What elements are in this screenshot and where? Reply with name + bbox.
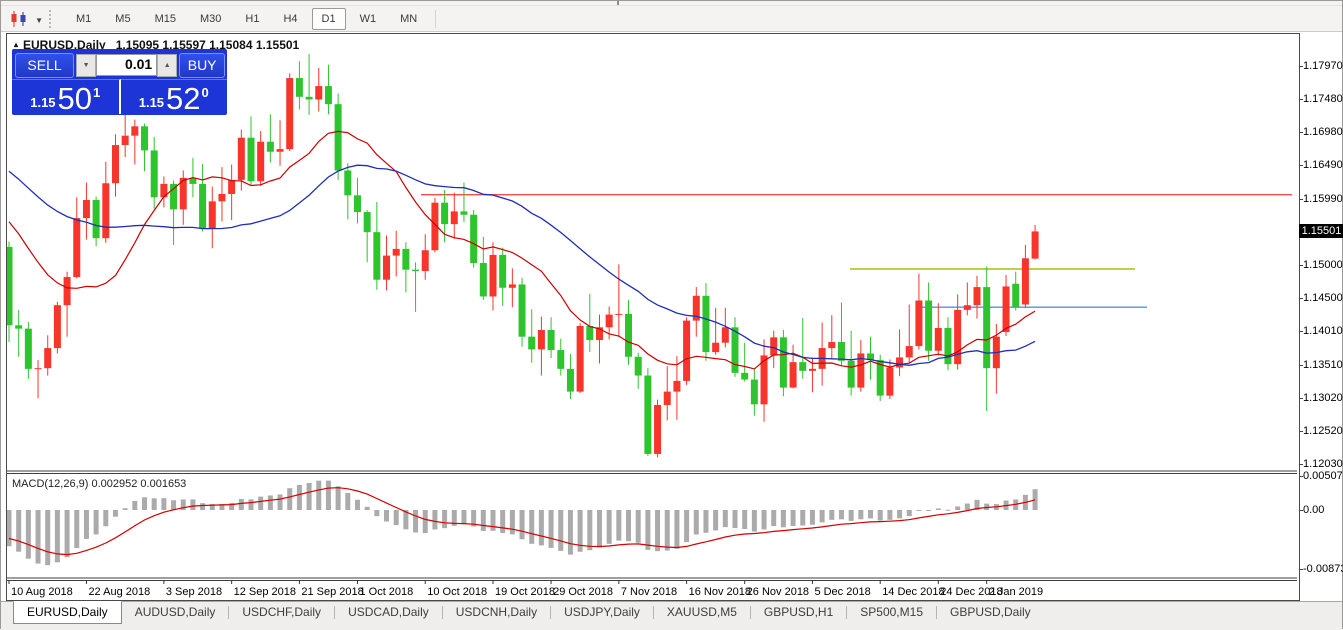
collapse-arrow-icon[interactable]: ▴	[14, 40, 18, 49]
timeframe-button-d1[interactable]: D1	[312, 8, 346, 30]
axis-tick	[1299, 464, 1303, 465]
one-click-trade-panel: SELL ▼ 0.01 ▲ BUY 1.15 50 1 1.15 52 0	[12, 49, 227, 115]
axis-tick	[1299, 510, 1303, 511]
sell-price-big: 50	[58, 83, 92, 114]
chart-tab-usdcad-daily[interactable]: USDCAD,Daily	[335, 602, 442, 623]
toolbar-separator	[435, 10, 436, 28]
chart-canvas[interactable]	[7, 34, 1297, 598]
chart-type-icon[interactable]: ▼	[9, 10, 35, 28]
price-axis-label: 1.17970	[1303, 60, 1343, 72]
chart-tab-usdjpy-daily[interactable]: USDJPY,Daily	[551, 602, 653, 623]
date-axis-label: 2 Jan 2019	[989, 586, 1043, 598]
axis-tick	[1299, 66, 1303, 67]
chart-window: ▴EURUSD,Daily1.15095 1.15597 1.15084 1.1…	[6, 33, 1300, 601]
timeframe-button-h1[interactable]: H1	[235, 8, 269, 30]
sell-price-pip: 1	[93, 85, 100, 100]
date-axis-label: 16 Nov 2018	[689, 586, 751, 598]
toolbar-grip	[49, 10, 56, 28]
timeframe-button-m5[interactable]: M5	[105, 8, 140, 30]
chevron-down-icon[interactable]: ▼	[35, 16, 43, 25]
current-price-badge: 1.15501	[1299, 224, 1343, 238]
chart-tab-bar: EURUSD,DailyAUDUSD,DailyUSDCHF,DailyUSDC…	[1, 601, 1342, 630]
date-axis-label: 14 Dec 2018	[882, 586, 944, 598]
price-axis-label: 1.15000	[1303, 259, 1343, 271]
timeframe-button-m15[interactable]: M15	[145, 8, 186, 30]
chart-tab-usdcnh-daily[interactable]: USDCNH,Daily	[443, 602, 550, 623]
timeframe-button-mn[interactable]: MN	[390, 8, 427, 30]
date-axis-label: 3 Sep 2018	[166, 586, 222, 598]
timeframe-button-w1[interactable]: W1	[350, 8, 387, 30]
timeframe-button-h4[interactable]: H4	[273, 8, 307, 30]
macd-indicator-label: MACD(12,26,9) 0.002952 0.001653	[12, 478, 186, 490]
date-axis-label: 26 Nov 2018	[747, 586, 809, 598]
chart-tab-xauusd-m5[interactable]: XAUUSD,M5	[654, 602, 750, 623]
sell-price-prefix: 1.15	[30, 95, 55, 110]
price-axis-label: 1.12520	[1303, 425, 1343, 437]
volume-decrease-button[interactable]: ▼	[76, 54, 96, 77]
axis-tick	[1299, 132, 1303, 133]
axis-tick	[1299, 298, 1303, 299]
sell-price-panel[interactable]: 1.15 50 1	[12, 79, 121, 114]
chart-tab-gbpusd-h1[interactable]: GBPUSD,H1	[751, 602, 846, 623]
chart-tab-usdchf-daily[interactable]: USDCHF,Daily	[229, 602, 334, 623]
macd-axis-label: 0.00	[1303, 504, 1324, 516]
date-axis-label: 19 Oct 2018	[495, 586, 555, 598]
timeframe-button-m30[interactable]: M30	[190, 8, 231, 30]
axis-tick	[1299, 569, 1303, 570]
price-axis-label: 1.15990	[1303, 193, 1343, 205]
volume-increase-button[interactable]: ▲	[157, 54, 177, 77]
macd-axis-label: 0.005074	[1303, 470, 1343, 482]
price-axis-label: 1.13020	[1303, 392, 1343, 404]
price-axis-label: 1.14010	[1303, 325, 1343, 337]
buy-price-big: 52	[166, 83, 200, 114]
window-splitter-mark	[617, 1, 619, 5]
axis-tick	[1299, 165, 1303, 166]
sell-button[interactable]: SELL	[15, 53, 74, 78]
timeframe-toolbar: ▼ M1M5M15M30H1H4D1W1MN	[1, 6, 1342, 32]
volume-input[interactable]: 0.01	[96, 54, 157, 76]
date-axis-label: 21 Sep 2018	[301, 586, 363, 598]
chart-tab-eurusd-daily[interactable]: EURUSD,Daily	[13, 601, 122, 624]
price-axis-label: 1.17480	[1303, 93, 1343, 105]
mt4-window: { "toolbar": { "chart_type_icon": "candl…	[0, 0, 1343, 629]
price-axis-label: 1.12030	[1303, 458, 1343, 470]
axis-tick	[1299, 431, 1303, 432]
buy-button[interactable]: BUY	[179, 53, 225, 78]
chart-tab-audusd-daily[interactable]: AUDUSD,Daily	[122, 602, 229, 623]
date-axis-label: 10 Oct 2018	[427, 586, 487, 598]
axis-tick	[1299, 365, 1303, 366]
price-axis-label: 1.14500	[1303, 292, 1343, 304]
date-axis-label: 22 Aug 2018	[88, 586, 150, 598]
axis-tick	[1299, 265, 1303, 266]
date-axis-label: 10 Aug 2018	[11, 586, 73, 598]
date-axis-label: 29 Oct 2018	[553, 586, 613, 598]
date-axis-label: 7 Nov 2018	[621, 586, 677, 598]
buy-price-panel[interactable]: 1.15 52 0	[121, 79, 228, 114]
axis-tick	[1299, 99, 1303, 100]
date-axis-label: 1 Oct 2018	[359, 586, 413, 598]
price-axis-label: 1.13510	[1303, 359, 1343, 371]
axis-tick	[1299, 476, 1303, 477]
axis-tick	[1299, 398, 1303, 399]
price-axis-label: 1.16490	[1303, 159, 1343, 171]
chart-tab-sp500-m15[interactable]: SP500,M15	[847, 602, 936, 623]
buy-price-pip: 0	[202, 85, 209, 100]
axis-tick	[1299, 331, 1303, 332]
price-axis-label: 1.16980	[1303, 126, 1343, 138]
date-axis-label: 5 Dec 2018	[814, 586, 870, 598]
timeframe-button-m1[interactable]: M1	[66, 8, 101, 30]
chart-tab-gbpusd-daily[interactable]: GBPUSD,Daily	[937, 602, 1044, 623]
buy-price-prefix: 1.15	[139, 95, 164, 110]
axis-tick	[1299, 199, 1303, 200]
date-axis-label: 12 Sep 2018	[234, 586, 296, 598]
macd-axis-label: -0.00873	[1303, 563, 1343, 575]
